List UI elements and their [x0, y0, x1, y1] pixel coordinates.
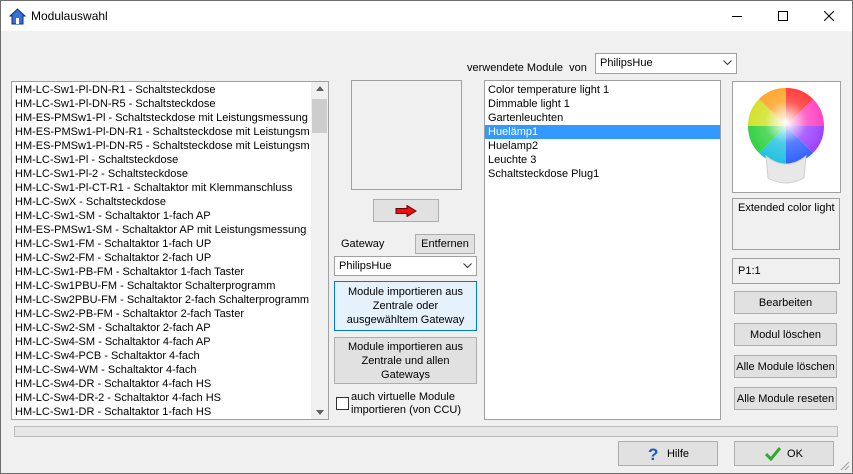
- remove-button[interactable]: Entfernen: [415, 234, 475, 254]
- list-item[interactable]: HM-LC-Sw1-DR - Schaltaktor 1-fach HS: [12, 405, 309, 419]
- minimize-button[interactable]: [714, 1, 760, 31]
- gateway-select-value: PhilipsHue: [339, 260, 392, 272]
- add-module-button[interactable]: [373, 199, 439, 222]
- gateway-select[interactable]: PhilipsHue: [334, 256, 477, 276]
- used-modules-label: verwendete Module von: [467, 62, 587, 74]
- module-source-value: PhilipsHue: [600, 57, 653, 69]
- list-item[interactable]: HM-LC-Sw1-Pl-DN-R5 - Schaltsteckdose: [12, 97, 309, 111]
- used-module-item[interactable]: Schaltsteckdose Plug1: [485, 167, 720, 181]
- window-title: Modulauswahl: [31, 9, 108, 23]
- list-item[interactable]: HM-LC-Sw2-SM - Schaltaktor 2-fach AP: [12, 321, 309, 335]
- list-item[interactable]: HM-LC-Sw4-WM - Schaltaktor 4-fach: [12, 363, 309, 377]
- help-label: Hilfe: [666, 447, 689, 460]
- vertical-scrollbar[interactable]: [311, 82, 328, 419]
- reset-all-modules-button[interactable]: Alle Module reseten: [734, 387, 837, 410]
- device-address-box: P1:1: [732, 258, 840, 284]
- list-item[interactable]: HM-LC-Sw4-PCB - Schaltaktor 4-fach: [12, 349, 309, 363]
- list-item[interactable]: HM-LC-Sw2-FM - Schaltaktor 2-fach UP: [12, 251, 309, 265]
- check-icon: [765, 446, 782, 461]
- used-module-item[interactable]: Leuchte 3: [485, 153, 720, 167]
- list-item[interactable]: HM-LC-Sw1-PB-FM - Schaltaktor 1-fach Tas…: [12, 265, 309, 279]
- ok-label: OK: [787, 447, 803, 460]
- device-address-text: P1:1: [738, 265, 761, 277]
- used-module-item[interactable]: Color temperature light 1: [485, 83, 720, 97]
- module-selection-dialog: Modulauswahl HM-LC-Sw1-Pl-DN-R1 - Schalt…: [0, 0, 853, 474]
- list-item[interactable]: HM-LC-Sw1-Pl-2 - Schaltsteckdose: [12, 167, 309, 181]
- list-item[interactable]: HM-LC-Sw1-SM - Schaltaktor 1-fach AP: [12, 209, 309, 223]
- scroll-thumb[interactable]: [312, 99, 327, 133]
- list-item[interactable]: HM-LC-Sw2-PB-FM - Schaltaktor 2-fach Tas…: [12, 307, 309, 321]
- list-item[interactable]: HM-ES-PMSw1-Pl-DN-R5 - Schaltsteckdose m…: [12, 139, 309, 153]
- import-selected-gateway-button[interactable]: Module importieren aus Zentrale oder aus…: [334, 281, 477, 331]
- home-icon: [8, 8, 27, 25]
- device-type-box: Extended color light: [732, 198, 840, 250]
- list-item[interactable]: HM-LC-Sw4-DR - Schaltaktor 4-fach HS: [12, 377, 309, 391]
- maximize-icon: [778, 11, 788, 21]
- delete-module-button[interactable]: Modul löschen: [734, 323, 837, 346]
- progress-bar: [14, 426, 838, 437]
- used-module-item[interactable]: Gartenleuchten: [485, 111, 720, 125]
- module-preview-box: [351, 80, 462, 190]
- list-item[interactable]: HM-LC-Sw4-DR-2 - Schaltaktor 4-fach HS: [12, 391, 309, 405]
- virtual-modules-checkbox[interactable]: [336, 397, 349, 410]
- used-modules-list[interactable]: Color temperature light 1 Dimmable light …: [484, 80, 721, 420]
- used-module-item[interactable]: Dimmable light 1: [485, 97, 720, 111]
- list-item[interactable]: HM-LC-Sw1-Pl-CT-R1 - Schaltaktor mit Kle…: [12, 181, 309, 195]
- scroll-down-icon[interactable]: [316, 410, 324, 415]
- maximize-button[interactable]: [760, 1, 806, 31]
- list-item[interactable]: HM-LC-Sw4-SM - Schaltaktor 4-fach AP: [12, 335, 309, 349]
- list-item[interactable]: HM-LC-SwX - Schaltsteckdose: [12, 195, 309, 209]
- device-type-text: Extended color light: [738, 202, 835, 214]
- color-bulb-icon: [747, 87, 825, 184]
- scroll-up-icon[interactable]: [316, 86, 324, 91]
- list-item[interactable]: HM-ES-PMSw1-Pl - Schaltsteckdose mit Lei…: [12, 111, 309, 125]
- edit-button[interactable]: Bearbeiten: [734, 291, 837, 314]
- gateway-label: Gateway: [341, 238, 385, 250]
- list-item[interactable]: HM-ES-PMSw1-Pl-DN-R1 - Schaltsteckdose m…: [12, 125, 309, 139]
- used-module-item[interactable]: Huelämp1: [485, 125, 720, 139]
- virtual-modules-label: auch virtuelle Module importieren (von C…: [351, 391, 462, 416]
- available-modules-list[interactable]: HM-LC-Sw1-Pl-DN-R1 - Schaltsteckdose HM-L…: [11, 81, 329, 420]
- chevron-down-icon: [723, 60, 732, 66]
- device-image: [732, 81, 841, 193]
- list-item[interactable]: HM-LC-Sw1PBU-FM - Schaltaktor Schalterpr…: [12, 279, 309, 293]
- module-source-select[interactable]: PhilipsHue: [595, 53, 737, 74]
- list-item[interactable]: HM-LC-Sw1-Pl-DN-R1 - Schaltsteckdose: [12, 83, 309, 97]
- import-all-gateways-button[interactable]: Module importieren aus Zentrale und alle…: [334, 337, 477, 384]
- svg-text:?: ?: [648, 446, 658, 462]
- list-item[interactable]: HM-LC-Sw2PBU-FM - Schaltaktor 2-fach Sch…: [12, 293, 309, 307]
- used-module-item[interactable]: Huelamp2: [485, 139, 720, 153]
- list-item[interactable]: HM-LC-Sw1-Pl - Schaltsteckdose: [12, 153, 309, 167]
- help-icon: ?: [648, 446, 658, 462]
- title-bar: Modulauswahl: [1, 1, 852, 31]
- resize-grip-icon[interactable]: [839, 460, 850, 471]
- list-item[interactable]: HM-ES-PMSw1-SM - Schaltaktor AP mit Leis…: [12, 223, 309, 237]
- close-button[interactable]: [806, 1, 852, 31]
- list-item[interactable]: HM-LC-Sw1-FM - Schaltaktor 1-fach UP: [12, 237, 309, 251]
- ok-button[interactable]: OK: [734, 441, 834, 466]
- close-icon: [824, 11, 834, 21]
- arrow-right-icon: [395, 204, 417, 217]
- help-button[interactable]: ? Hilfe: [618, 441, 718, 466]
- delete-all-modules-button[interactable]: Alle Module löschen: [734, 355, 837, 378]
- minimize-icon: [732, 16, 742, 17]
- chevron-down-icon: [463, 263, 472, 269]
